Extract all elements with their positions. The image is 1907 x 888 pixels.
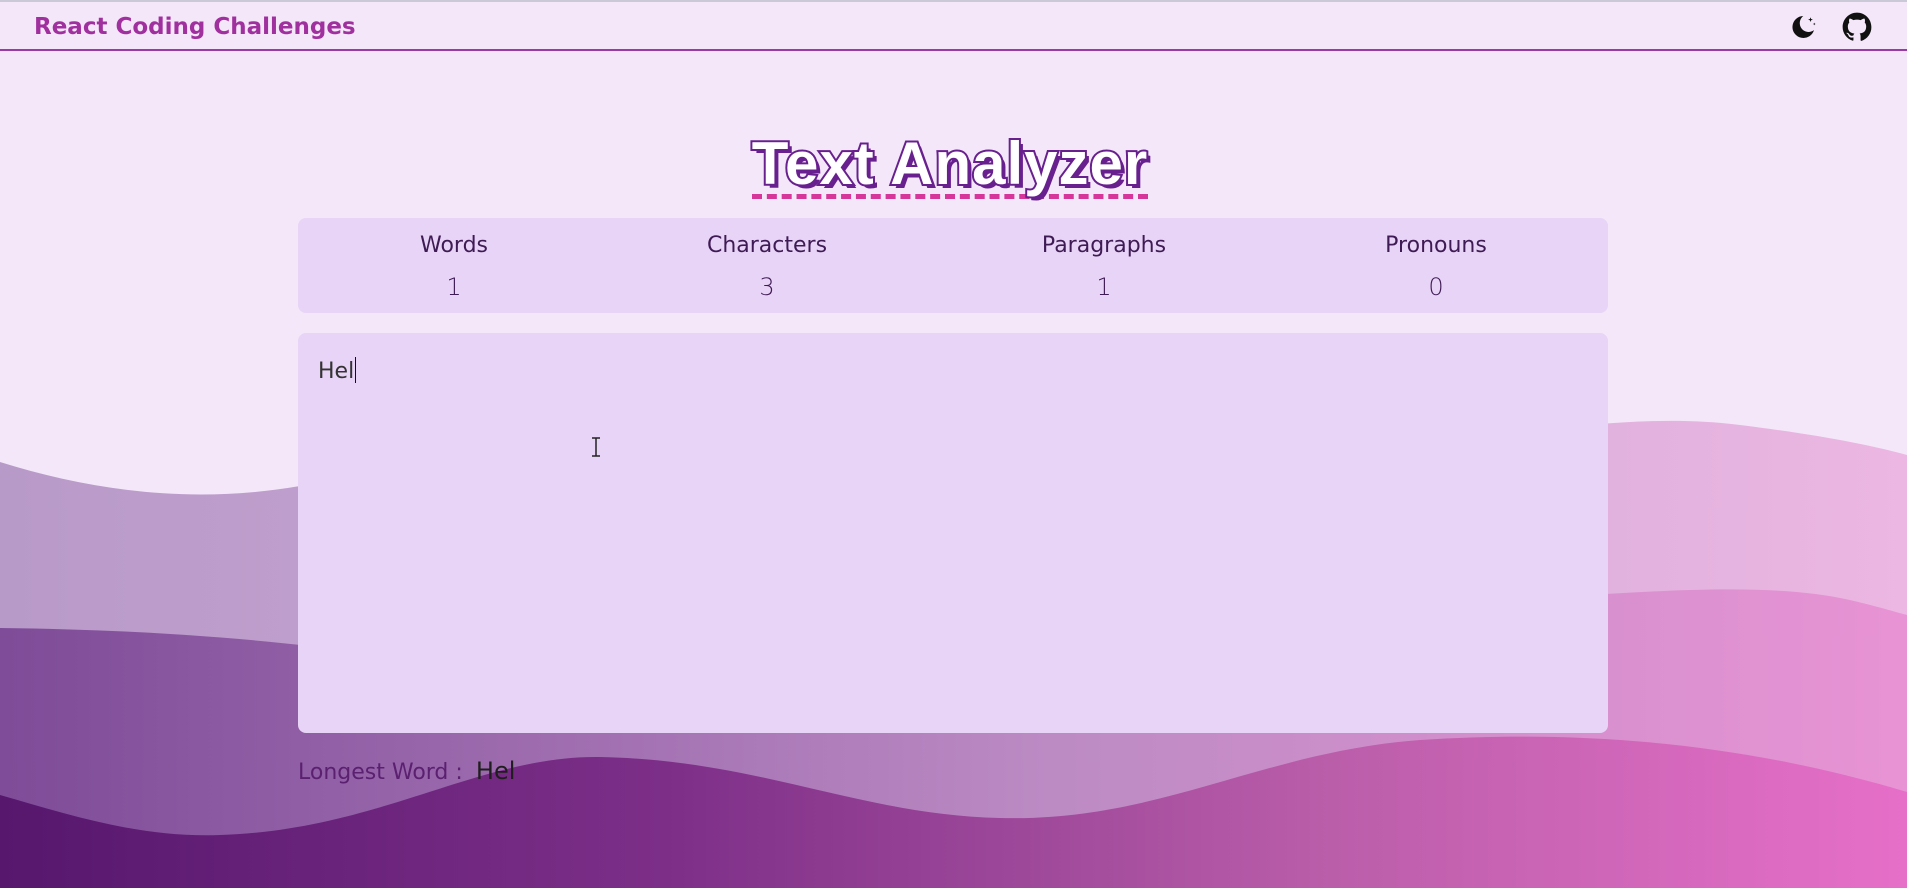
stat-label: Pronouns [1385, 233, 1487, 258]
text-input-value: Hel [318, 359, 355, 384]
stat-label: Characters [706, 233, 828, 258]
github-icon[interactable] [1842, 12, 1872, 42]
stat-label: Words [419, 233, 488, 258]
text-input-area[interactable]: Hel [298, 333, 1608, 733]
stat-characters: Characters 3 [652, 232, 882, 302]
longest-word-label: Longest Word : [298, 760, 463, 785]
page-title-wrapper: Text Analyzer [727, 130, 1173, 204]
moon-stars-icon[interactable] [1788, 12, 1818, 42]
page-title: Text Analyzer [750, 130, 1149, 199]
app-page: React Coding Challenges Text Analyzer Wo… [0, 0, 1907, 888]
longest-word-row: Longest Word : Hel [298, 757, 515, 785]
stat-value: 1 [446, 273, 462, 301]
stat-words: Words 1 [339, 232, 569, 302]
brand-link[interactable]: React Coding Challenges [34, 14, 356, 40]
text-cursor-icon [592, 437, 600, 457]
stat-label: Paragraphs [1041, 233, 1167, 258]
stats-panel: Words 1 Characters 3 Paragraphs 1 Pronou… [298, 218, 1608, 313]
stat-pronouns: Pronouns 0 [1321, 232, 1551, 302]
stat-value: 0 [1428, 273, 1444, 301]
longest-word-value: Hel [475, 757, 516, 785]
stat-value: 1 [1096, 273, 1112, 301]
top-navbar: React Coding Challenges [0, 0, 1907, 51]
stat-value: 3 [759, 273, 775, 301]
text-caret [355, 357, 357, 383]
stat-paragraphs: Paragraphs 1 [989, 232, 1219, 302]
